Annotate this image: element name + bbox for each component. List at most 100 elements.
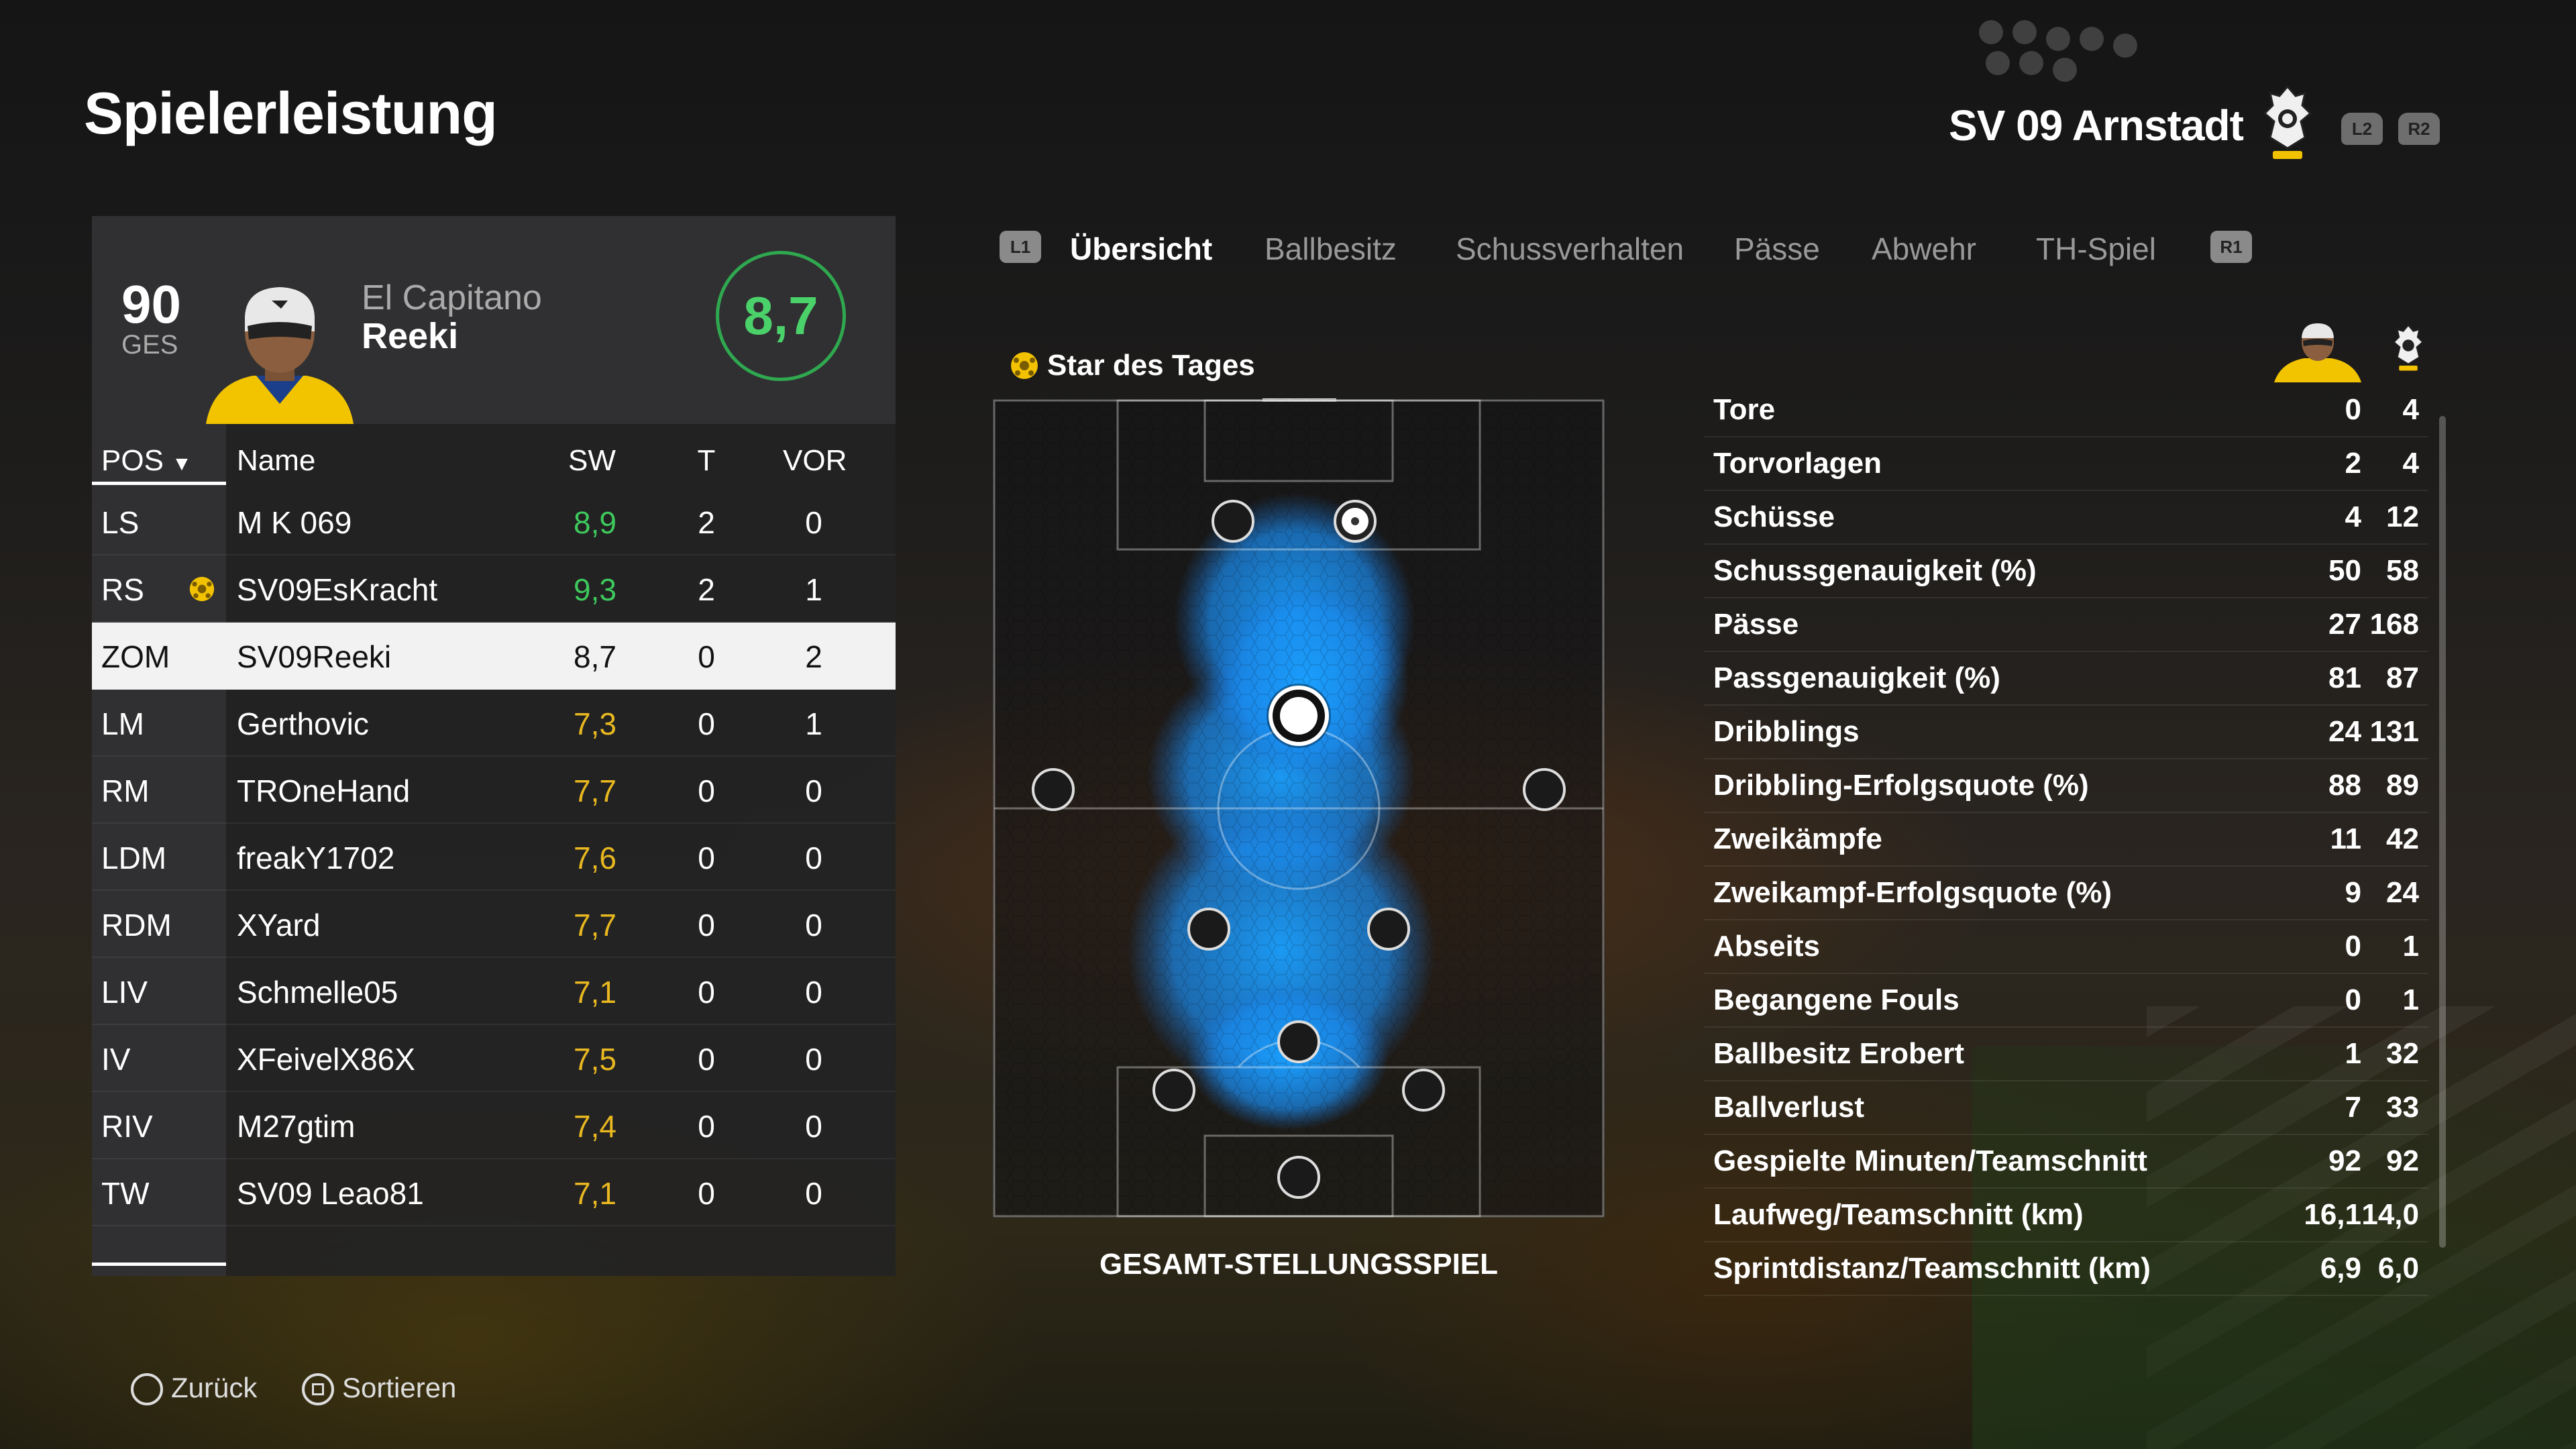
tab-ballbesitz[interactable]: Ballbesitz (1265, 231, 1397, 267)
row-goals: 0 (698, 1109, 715, 1144)
row-player-name: Gerthovic (237, 706, 369, 741)
header-pos[interactable]: POS ▼ (101, 444, 192, 478)
table-row[interactable]: TW SV09 Leao81 7,1 0 0 (92, 1159, 896, 1226)
stat-label: Ballbesitz Erobert (1713, 1037, 1965, 1070)
stat-label: Gespielte Minuten/Teamschnitt (1713, 1144, 2148, 1177)
player-marker (1212, 500, 1254, 543)
stat-team-value: 87 (2386, 661, 2419, 694)
table-row[interactable]: RDM XYard 7,7 0 0 (92, 891, 896, 958)
row-assists: 0 (805, 505, 822, 540)
club-crest-icon (2263, 85, 2312, 159)
square-button-icon (302, 1373, 334, 1405)
player-marker (1277, 1020, 1320, 1063)
stat-label: Pässe (1713, 608, 1799, 641)
row-position: RDM (101, 908, 172, 943)
row-goals: 2 (698, 505, 715, 540)
stat-row: Pässe 27 168 (1704, 598, 2428, 652)
l1-button[interactable]: L1 (1000, 231, 1041, 263)
star-of-day-icon (189, 576, 215, 602)
player-marker (1277, 1156, 1320, 1199)
row-goals: 0 (698, 841, 715, 875)
row-rating: 7,5 (574, 1042, 616, 1077)
player-marker (1402, 1069, 1445, 1112)
table-row[interactable]: RS SV09EsKracht 9,3 2 1 (92, 555, 896, 623)
header-vor[interactable]: VOR (783, 444, 847, 478)
stat-team-value: 92 (2386, 1144, 2419, 1177)
row-rating: 8,7 (574, 639, 616, 674)
row-goals: 0 (698, 975, 715, 1010)
row-rating: 7,3 (574, 706, 616, 741)
stat-player-value: 0 (2345, 983, 2361, 1016)
stat-label: Sprintdistanz/Teamschnitt (km) (1713, 1252, 2151, 1285)
stat-player-value: 4 (2345, 500, 2361, 533)
table-row[interactable]: IV XFeivelX86X 7,5 0 0 (92, 1025, 896, 1092)
stat-label: Ballverlust (1713, 1091, 1864, 1124)
stat-team-value: 168 (2369, 608, 2419, 641)
row-rating: 7,7 (574, 908, 616, 943)
tab-übersicht[interactable]: Übersicht (1070, 231, 1212, 267)
stat-row: Passgenauigkeit (%) 81 87 (1704, 652, 2428, 706)
table-row[interactable]: LM Gerthovic 7,3 0 1 (92, 690, 896, 757)
row-player-name: freakY1702 (237, 841, 395, 875)
row-position: LS (101, 505, 140, 540)
table-row[interactable]: LS M K 069 8,9 2 0 (92, 488, 896, 555)
stat-player-value: 9 (2345, 876, 2361, 909)
stat-team-value: 12 (2386, 500, 2419, 533)
row-position: TW (101, 1176, 150, 1211)
stat-team-value: 89 (2386, 769, 2419, 802)
row-player-name: Schmelle05 (237, 975, 398, 1010)
player-column-avatar (2274, 323, 2361, 382)
l2-button[interactable]: L2 (2341, 113, 2383, 145)
row-goals: 0 (698, 1176, 715, 1211)
stat-team-value: 4 (2402, 447, 2419, 480)
row-assists: 0 (805, 773, 822, 808)
row-player-name: SV09EsKracht (237, 572, 438, 607)
circle-button-icon (131, 1373, 163, 1405)
player-marker (1523, 768, 1566, 811)
tab-pässe[interactable]: Pässe (1734, 231, 1820, 267)
squad-panel: 90 GES El Capitano Reeki 8,7 POS ▼ Name … (92, 216, 896, 1276)
row-assists: 2 (805, 639, 822, 674)
row-position: RM (101, 773, 150, 808)
tab-abwehr[interactable]: Abwehr (1872, 231, 1976, 267)
stat-player-value: 88 (2328, 769, 2361, 802)
r1-button[interactable]: R1 (2210, 231, 2252, 263)
sort-button[interactable]: Sortieren (302, 1372, 456, 1405)
table-row[interactable]: LIV Schmelle05 7,1 0 0 (92, 958, 896, 1025)
stat-label: Begangene Fouls (1713, 983, 1960, 1016)
row-player-name: M K 069 (237, 505, 352, 540)
header-sw[interactable]: SW (568, 444, 616, 478)
table-row[interactable]: RM TROneHand 7,7 0 0 (92, 757, 896, 824)
table-row[interactable]: ZOM SV09Reeki 8,7 0 2 (92, 623, 896, 690)
stat-team-value: 1 (2402, 983, 2419, 1016)
stat-team-value: 14,0 (2361, 1198, 2419, 1231)
header-t[interactable]: T (693, 444, 720, 478)
row-goals: 0 (698, 1042, 715, 1077)
row-rating: 7,1 (574, 1176, 616, 1211)
table-row[interactable]: RIV M27gtim 7,4 0 0 (92, 1092, 896, 1159)
back-button[interactable]: Zurück (131, 1372, 257, 1405)
table-row[interactable]: LDM freakY1702 7,6 0 0 (92, 824, 896, 891)
stat-row: Zweikämpfe 11 42 (1704, 813, 2428, 867)
tab-schussverhalten[interactable]: Schussverhalten (1456, 231, 1684, 267)
sort-down-icon: ▼ (172, 453, 192, 475)
player-header: 90 GES El Capitano Reeki 8,7 (92, 216, 896, 424)
player-marker (1152, 1069, 1195, 1112)
sort-indicator (92, 482, 226, 485)
stat-label: Torvorlagen (1713, 447, 1882, 480)
row-assists: 0 (805, 1109, 822, 1144)
stat-label: Passgenauigkeit (%) (1713, 661, 2000, 694)
header-name[interactable]: Name (237, 444, 315, 478)
r2-button[interactable]: R2 (2398, 113, 2440, 145)
row-rating: 7,1 (574, 975, 616, 1010)
stat-label: Dribbling-Erfolgsquote (%) (1713, 769, 2089, 802)
stats-scrollbar[interactable] (2439, 416, 2446, 1248)
stat-row: Dribblings 24 131 (1704, 706, 2428, 759)
sort-label: Sortieren (342, 1372, 457, 1403)
overall-label: GES (121, 330, 178, 360)
row-player-name: TROneHand (237, 773, 411, 808)
tab-th-spiel[interactable]: TH-Spiel (2036, 231, 2156, 267)
player-table: LS M K 069 8,9 2 0 RS SV09EsKracht 9,3 2 1 ZOM SV09… (92, 488, 896, 1226)
stat-player-value: 11 (2330, 822, 2361, 855)
ball-marker (1334, 500, 1377, 543)
